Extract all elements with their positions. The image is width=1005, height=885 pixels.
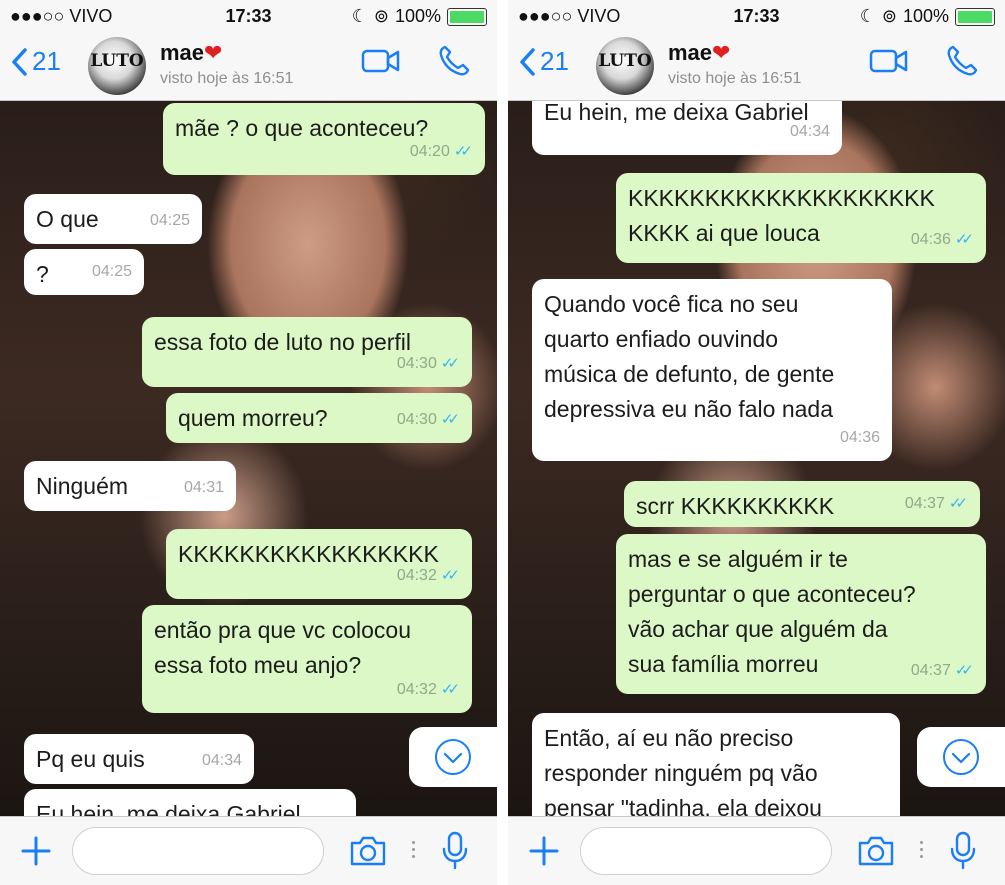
input-bar — [508, 816, 1005, 885]
scroll-down-button[interactable] — [409, 727, 497, 787]
separator-dots — [412, 837, 416, 862]
message-bubble: mas e se alguém ir te perguntar o que ac… — [616, 534, 986, 694]
chat-area[interactable]: Eu hein, me deixa Gabriel 04:34 KKKKKKKK… — [508, 101, 1005, 816]
chat-header: 21 LUTO mae❤ visto hoje às 16:51 — [0, 32, 497, 101]
message-bubble: Quando você fica no seu quarto enfiado o… — [532, 279, 892, 461]
message-input[interactable] — [580, 827, 832, 875]
chevron-left-icon — [12, 47, 27, 76]
microphone-icon — [950, 831, 976, 870]
read-ticks-icon: ✓✓ — [948, 495, 968, 512]
message-bubble: Pq eu quis 04:34 — [24, 734, 254, 784]
message-bubble: KKKKKKKKKKKKKKKKK 04:32 ✓✓ — [166, 529, 472, 599]
heart-emoji: ❤ — [204, 40, 223, 65]
message-bubble: ? 04:25 — [24, 249, 144, 295]
battery-percent: 100% — [902, 6, 949, 26]
chat-header: 21 LUTO mae❤ visto hoje às 16:51 — [508, 32, 1005, 101]
read-ticks-icon: ✓✓ — [954, 231, 974, 248]
microphone-button[interactable] — [440, 831, 470, 876]
plus-icon — [21, 836, 51, 866]
read-ticks-icon: ✓✓ — [453, 143, 473, 160]
camera-icon — [858, 836, 894, 866]
chevron-left-icon — [520, 47, 535, 76]
phone-icon — [439, 45, 470, 76]
attach-button[interactable] — [528, 835, 560, 872]
chevron-down-circle-icon — [435, 739, 471, 775]
attach-button[interactable] — [20, 835, 52, 872]
camera-button[interactable] — [348, 835, 388, 872]
unread-count: 21 — [540, 46, 569, 76]
read-ticks-icon: ✓✓ — [954, 662, 974, 679]
avatar[interactable]: LUTO — [596, 37, 654, 95]
video-call-button[interactable] — [869, 48, 909, 79]
separator-dots — [920, 837, 924, 862]
microphone-icon — [442, 831, 468, 870]
read-ticks-icon: ✓✓ — [440, 567, 460, 584]
phone-icon — [947, 45, 978, 76]
last-seen: visto hoje às 16:51 — [668, 70, 802, 87]
battery-icon — [447, 7, 487, 26]
video-camera-icon — [869, 49, 908, 73]
battery-indicator: ☾ ⊚ 100% — [352, 6, 487, 27]
message-bubble: mãe ? o que aconteceu? 04:20 ✓✓ — [163, 103, 485, 175]
camera-button[interactable] — [856, 835, 896, 872]
video-camera-icon — [361, 49, 400, 73]
message-bubble: KKKKKKKKKKKKKKKKKKKK KKKK ai que louca 0… — [616, 173, 986, 263]
screenshot-right: ●●●○○ VIVO 17:33 ☾ ⊚ 100% 21 LUTO mae❤ v… — [508, 0, 1005, 885]
heart-emoji: ❤ — [712, 40, 731, 65]
avatar[interactable]: LUTO — [88, 37, 146, 95]
rotation-lock-icon: ⊚ — [373, 6, 389, 26]
status-bar: ●●●○○ VIVO 17:33 ☾ ⊚ 100% — [508, 0, 1005, 32]
message-bubble: essa foto de luto no perfil 04:30 ✓✓ — [142, 317, 472, 387]
screenshot-left: ●●●○○ VIVO 17:33 ☾ ⊚ 100% 21 LUTO mae❤ v… — [0, 0, 497, 885]
contact-name[interactable]: mae❤ — [160, 40, 222, 66]
status-bar: ●●●○○ VIVO 17:33 ☾ ⊚ 100% — [0, 0, 497, 32]
message-bubble: Eu hein, me deixa Gabriel 04:34 — [532, 101, 842, 155]
voice-call-button[interactable] — [945, 44, 979, 83]
scroll-down-button[interactable] — [917, 727, 1005, 787]
moon-icon: ☾ — [351, 6, 368, 26]
contact-name[interactable]: mae❤ — [668, 40, 730, 66]
last-seen: visto hoje às 16:51 — [160, 70, 294, 87]
chevron-down-circle-icon — [943, 739, 979, 775]
message-bubble: Ninguém 04:31 — [24, 461, 236, 511]
battery-indicator: ☾ ⊚ 100% — [860, 6, 995, 27]
message-bubble: então pra que vc colocou essa foto meu a… — [142, 605, 472, 713]
read-ticks-icon: ✓✓ — [440, 681, 460, 698]
unread-count: 21 — [32, 46, 61, 76]
read-ticks-icon: ✓✓ — [440, 411, 460, 428]
voice-call-button[interactable] — [437, 44, 471, 83]
input-bar — [0, 816, 497, 885]
message-bubble: scrr KKKKKKKKKK 04:37 ✓✓ — [624, 481, 980, 527]
back-button[interactable]: 21 — [518, 46, 569, 77]
chat-area[interactable]: mãe ? o que aconteceu? 04:20 ✓✓ O que 04:… — [0, 101, 497, 816]
back-button[interactable]: 21 — [10, 46, 61, 77]
message-bubble: Eu hein, me deixa Gabriel — [24, 789, 356, 816]
moon-icon: ☾ — [859, 6, 876, 26]
microphone-button[interactable] — [948, 831, 978, 876]
battery-percent: 100% — [394, 6, 441, 26]
message-bubble: Então, aí eu não preciso responder ningu… — [532, 713, 900, 816]
message-input[interactable] — [72, 827, 324, 875]
message-bubble: quem morreu? 04:30 ✓✓ — [166, 393, 472, 443]
message-bubble: O que 04:25 — [24, 194, 202, 244]
camera-icon — [350, 836, 386, 866]
rotation-lock-icon: ⊚ — [881, 6, 897, 26]
plus-icon — [529, 836, 559, 866]
battery-icon — [955, 7, 995, 26]
read-ticks-icon: ✓✓ — [440, 355, 460, 372]
video-call-button[interactable] — [361, 48, 401, 79]
